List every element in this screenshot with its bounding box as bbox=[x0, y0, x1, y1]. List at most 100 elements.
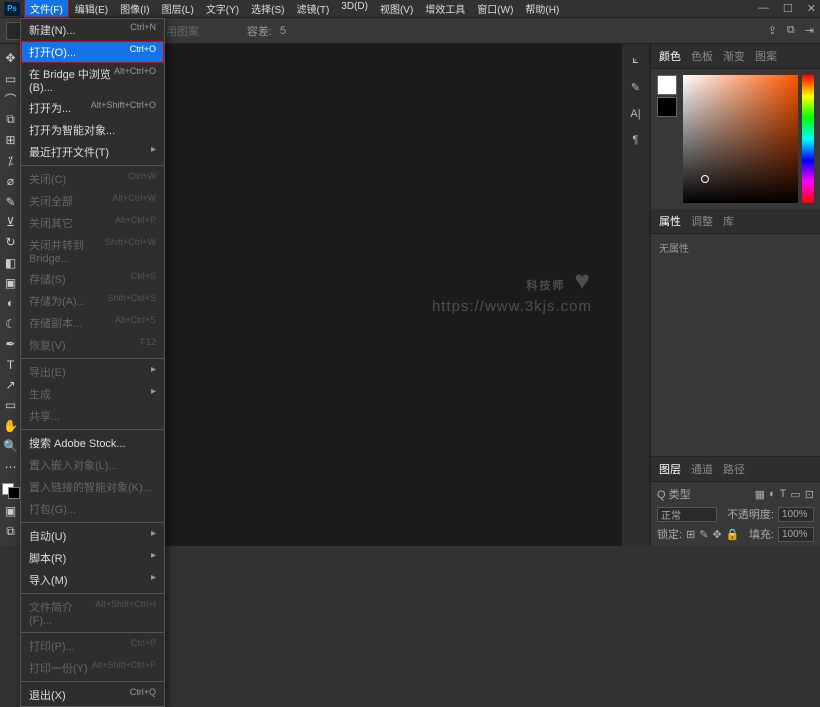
learn-icon[interactable]: ⟀ bbox=[632, 54, 639, 67]
tab-libraries[interactable]: 库 bbox=[723, 213, 734, 229]
brush-settings-icon[interactable]: ✎ bbox=[631, 81, 640, 94]
para-icon[interactable]: ¶ bbox=[633, 134, 639, 146]
menu-item[interactable]: 自动(U) bbox=[21, 525, 164, 547]
menu-item: 打印一份(Y)Alt+Shift+Ctrl+P bbox=[21, 657, 164, 679]
menu-5[interactable]: 选择(S) bbox=[245, 0, 290, 18]
menu-item[interactable]: 搜索 Adobe Stock... bbox=[21, 432, 164, 454]
filter-adj-icon[interactable]: ◐ bbox=[769, 488, 776, 500]
menu-item: 存储副本...Alt+Ctrl+S bbox=[21, 312, 164, 334]
menu-item: 关闭全部Alt+Ctrl+W bbox=[21, 190, 164, 212]
fill-label: 填充: bbox=[749, 526, 774, 542]
menu-8[interactable]: 视图(V) bbox=[374, 0, 419, 18]
hue-slider[interactable] bbox=[802, 75, 814, 203]
quickmask-icon[interactable]: ▣ bbox=[2, 503, 20, 519]
move-tool[interactable]: ✥ bbox=[2, 50, 20, 66]
menu-6[interactable]: 滤镜(T) bbox=[291, 0, 336, 18]
menu-1[interactable]: 编辑(E) bbox=[69, 0, 114, 18]
menu-item: 生成 bbox=[21, 383, 164, 405]
tab-channels[interactable]: 通道 bbox=[691, 461, 713, 477]
menu-item: 打印(P)...Ctrl+P bbox=[21, 635, 164, 657]
lock-all-icon[interactable]: 🔒 bbox=[726, 528, 740, 541]
menu-7[interactable]: 3D(D) bbox=[335, 0, 374, 18]
tab-patterns[interactable]: 图案 bbox=[755, 48, 777, 64]
close-icon[interactable]: ✕ bbox=[807, 2, 816, 15]
menu-item: 恢复(V)F12 bbox=[21, 334, 164, 356]
color-picker[interactable] bbox=[651, 69, 820, 209]
file-menu-dropdown: 新建(N)...Ctrl+N打开(O)...Ctrl+O在 Bridge 中浏览… bbox=[20, 18, 165, 707]
tab-gradients[interactable]: 渐变 bbox=[723, 48, 745, 64]
path-tool[interactable]: ↗ bbox=[2, 377, 20, 393]
lock-trans-icon[interactable]: ⊞ bbox=[686, 528, 695, 541]
screenmode-icon[interactable]: ⧉ bbox=[2, 524, 20, 540]
fill-input[interactable] bbox=[778, 527, 814, 542]
char-icon[interactable]: A| bbox=[630, 108, 640, 120]
filter-smart-icon[interactable]: ⊡ bbox=[805, 488, 814, 501]
tab-color[interactable]: 颜色 bbox=[659, 48, 681, 64]
brush-tool[interactable]: ✎ bbox=[2, 193, 20, 209]
tolerance-value[interactable]: 5 bbox=[280, 25, 286, 37]
menu-3[interactable]: 图层(L) bbox=[156, 0, 200, 18]
menu-10[interactable]: 窗口(W) bbox=[471, 0, 519, 18]
menu-2[interactable]: 图像(I) bbox=[114, 0, 155, 18]
tab-swatches[interactable]: 色板 bbox=[691, 48, 713, 64]
menu-item: 共享... bbox=[21, 405, 164, 427]
tab-adjustments[interactable]: 调整 bbox=[691, 213, 713, 229]
picker-bg[interactable] bbox=[657, 97, 677, 117]
menu-item[interactable]: 打开(O)...Ctrl+O bbox=[21, 41, 164, 63]
background-swatch[interactable] bbox=[8, 487, 20, 499]
color-swatches[interactable] bbox=[2, 483, 20, 499]
history-brush-tool[interactable]: ↻ bbox=[2, 234, 20, 250]
saturation-field[interactable] bbox=[683, 75, 798, 203]
cloud-icon[interactable]: ⇥ bbox=[805, 24, 814, 37]
blend-mode-select[interactable] bbox=[657, 507, 717, 522]
watermark-title: 科技师 bbox=[526, 280, 565, 292]
menu-11[interactable]: 帮助(H) bbox=[519, 0, 565, 18]
frame-tool[interactable]: ⊞ bbox=[2, 132, 20, 148]
hand-tool[interactable]: ✋ bbox=[2, 418, 20, 434]
opacity-input[interactable] bbox=[778, 507, 814, 522]
type-tool[interactable]: T bbox=[2, 356, 20, 372]
menu-item[interactable]: 新建(N)...Ctrl+N bbox=[21, 19, 164, 41]
tab-properties[interactable]: 属性 bbox=[659, 213, 681, 229]
minimize-icon[interactable]: — bbox=[758, 2, 769, 15]
maximize-icon[interactable]: ☐ bbox=[783, 2, 793, 15]
tab-layers[interactable]: 图层 bbox=[659, 461, 681, 477]
menu-9[interactable]: 增效工具 bbox=[419, 0, 471, 18]
marquee-tool[interactable]: ▭ bbox=[2, 70, 20, 86]
stamp-tool[interactable]: ⊻ bbox=[2, 214, 20, 230]
share-icon[interactable]: ⇪ bbox=[768, 24, 777, 37]
menu-item[interactable]: 脚本(R) bbox=[21, 547, 164, 569]
lock-pos-icon[interactable]: ✥ bbox=[713, 528, 722, 541]
crop-tool[interactable]: ⧉ bbox=[2, 112, 20, 128]
gradient-tool[interactable]: ▣ bbox=[2, 275, 20, 291]
color-panel-tabs: 颜色 色板 渐变 图案 bbox=[651, 44, 820, 69]
eyedropper-tool[interactable]: ⁒ bbox=[2, 153, 20, 169]
more-tools[interactable]: ⋯ bbox=[2, 458, 20, 474]
menu-item: 存储为(A)...Shift+Ctrl+S bbox=[21, 290, 164, 312]
zoom-tool[interactable]: 🔍 bbox=[2, 438, 20, 454]
menu-item[interactable]: 最近打开文件(T) bbox=[21, 141, 164, 163]
tab-paths[interactable]: 路径 bbox=[723, 461, 745, 477]
search-icon[interactable]: ⧉ bbox=[787, 24, 795, 37]
lock-pixels-icon[interactable]: ✎ bbox=[699, 528, 708, 541]
blur-tool[interactable]: ◐ bbox=[2, 295, 20, 311]
filter-type-icon[interactable]: T bbox=[780, 488, 787, 500]
shape-tool[interactable]: ▭ bbox=[2, 397, 20, 413]
filter-shape-icon[interactable]: ▭ bbox=[790, 488, 800, 501]
menu-item[interactable]: 打开为...Alt+Shift+Ctrl+O bbox=[21, 97, 164, 119]
picker-fg[interactable] bbox=[657, 75, 677, 95]
pen-tool[interactable]: ✒ bbox=[2, 336, 20, 352]
heal-tool[interactable]: ⌀ bbox=[2, 173, 20, 189]
lock-label: 锁定: bbox=[657, 526, 682, 542]
menu-4[interactable]: 文字(Y) bbox=[200, 0, 245, 18]
menu-item[interactable]: 退出(X)Ctrl+Q bbox=[21, 684, 164, 706]
watermark-url: https://www.3kjs.com bbox=[432, 298, 592, 315]
lasso-tool[interactable]: ⌒ bbox=[2, 91, 20, 108]
menu-item[interactable]: 导入(M) bbox=[21, 569, 164, 591]
dodge-tool[interactable]: ☾ bbox=[2, 316, 20, 332]
menu-item[interactable]: 打开为智能对象... bbox=[21, 119, 164, 141]
eraser-tool[interactable]: ◧ bbox=[2, 255, 20, 271]
filter-pixels-icon[interactable]: ▦ bbox=[755, 488, 765, 501]
menu-item[interactable]: 在 Bridge 中浏览(B)...Alt+Ctrl+O bbox=[21, 63, 164, 97]
menu-0[interactable]: 文件(F) bbox=[24, 0, 69, 18]
